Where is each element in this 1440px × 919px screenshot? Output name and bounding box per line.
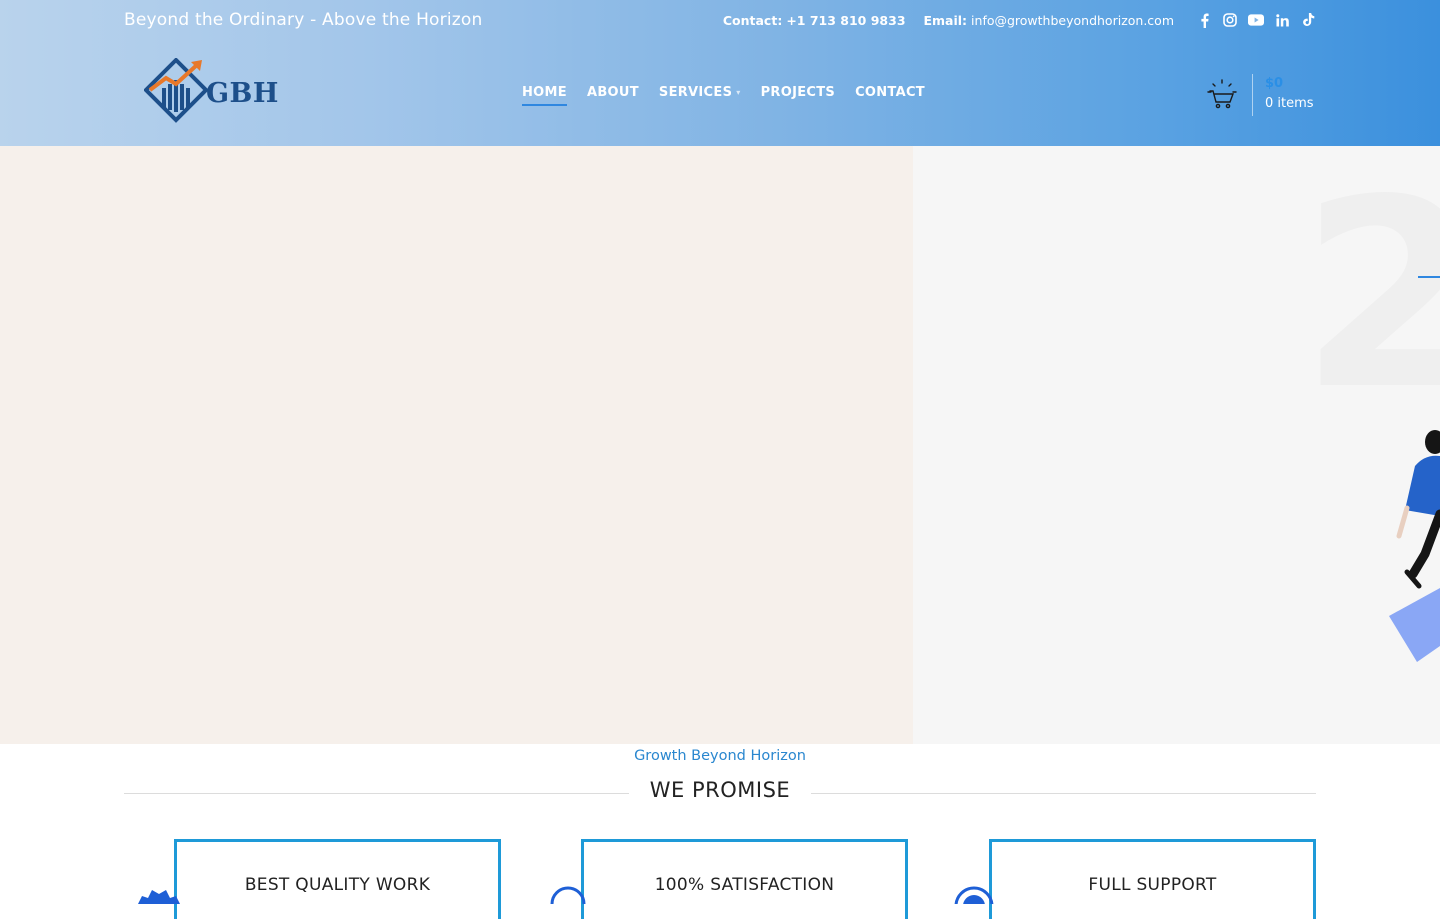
tagline: Beyond the Ordinary - Above the Horizon	[124, 10, 483, 30]
topbar: Beyond the Ordinary - Above the Horizon …	[124, 0, 1316, 42]
cart-item-count: 0 items	[1265, 96, 1314, 111]
logo-text: GBH	[206, 78, 279, 109]
contact-phone[interactable]: +1 713 810 9833	[786, 13, 905, 28]
contact-info: Contact: +1 713 810 9833 Email: info@gro…	[723, 13, 1174, 28]
email-link[interactable]: info@growthbeyondhorizon.com	[971, 13, 1174, 28]
facebook-icon[interactable]	[1196, 11, 1212, 29]
section-title: WE PROMISE	[649, 778, 791, 802]
section-subtitle: Growth Beyond Horizon	[634, 748, 806, 764]
hero-background-number: 2	[1300, 146, 1440, 447]
social-links	[1196, 11, 1316, 29]
nav-home-label: HOME	[522, 85, 567, 100]
nav-about-label: ABOUT	[586, 85, 639, 100]
cart-amount: $0	[1265, 76, 1284, 91]
nav-about[interactable]: ABOUT	[587, 85, 639, 100]
section-heading: WE PROMISE	[124, 778, 1316, 808]
nav-services-label: SERVICES	[658, 85, 733, 100]
nav-projects[interactable]: PROJECTS	[761, 85, 835, 100]
promise-card-satisfaction: 100% SATISFACTION	[581, 839, 908, 919]
main-navbar: GBH HOME ABOUT SERVICES ▾ PROJECTS CONTA…	[124, 52, 1316, 136]
contact-label: Contact:	[722, 13, 783, 28]
cart-divider	[1252, 74, 1253, 116]
chevron-down-icon: ▾	[736, 88, 741, 97]
nav-home[interactable]: HOME	[522, 85, 567, 106]
hero-image-area	[0, 146, 913, 744]
nav-contact[interactable]: CONTACT	[855, 85, 925, 100]
nav-projects-label: PROJECTS	[760, 85, 836, 100]
satisfaction-icon	[550, 886, 586, 904]
email-label: Email:	[923, 13, 968, 28]
promise-card-title: BEST QUALITY WORK	[244, 875, 431, 895]
hero-person-illustration	[1389, 430, 1440, 662]
linkedin-icon[interactable]	[1274, 11, 1290, 29]
main-nav: HOME ABOUT SERVICES ▾ PROJECTS CONTACT	[522, 85, 925, 106]
youtube-icon[interactable]	[1248, 11, 1264, 29]
cart-widget[interactable]: $0 0 items	[1202, 74, 1316, 116]
tiktok-icon[interactable]	[1300, 11, 1316, 29]
nav-contact-label: CONTACT	[855, 85, 925, 100]
promise-card-title: 100% SATISFACTION	[654, 875, 835, 895]
promise-card-quality: BEST QUALITY WORK	[174, 839, 501, 919]
logo-mark-icon	[144, 58, 208, 123]
nav-services[interactable]: SERVICES ▾	[659, 85, 741, 100]
instagram-icon[interactable]	[1222, 11, 1238, 29]
hero-slider: 2	[0, 146, 1440, 744]
support-icon	[954, 886, 994, 904]
promise-card-support: FULL SUPPORT	[989, 839, 1316, 919]
site-logo[interactable]: GBH	[144, 58, 278, 128]
promise-card-title: FULL SUPPORT	[1088, 875, 1217, 895]
badge-quality-icon	[138, 890, 180, 904]
cart-icon	[1207, 79, 1237, 109]
hero-accent-line	[1418, 276, 1440, 278]
site-header: Beyond the Ordinary - Above the Horizon …	[0, 0, 1440, 146]
